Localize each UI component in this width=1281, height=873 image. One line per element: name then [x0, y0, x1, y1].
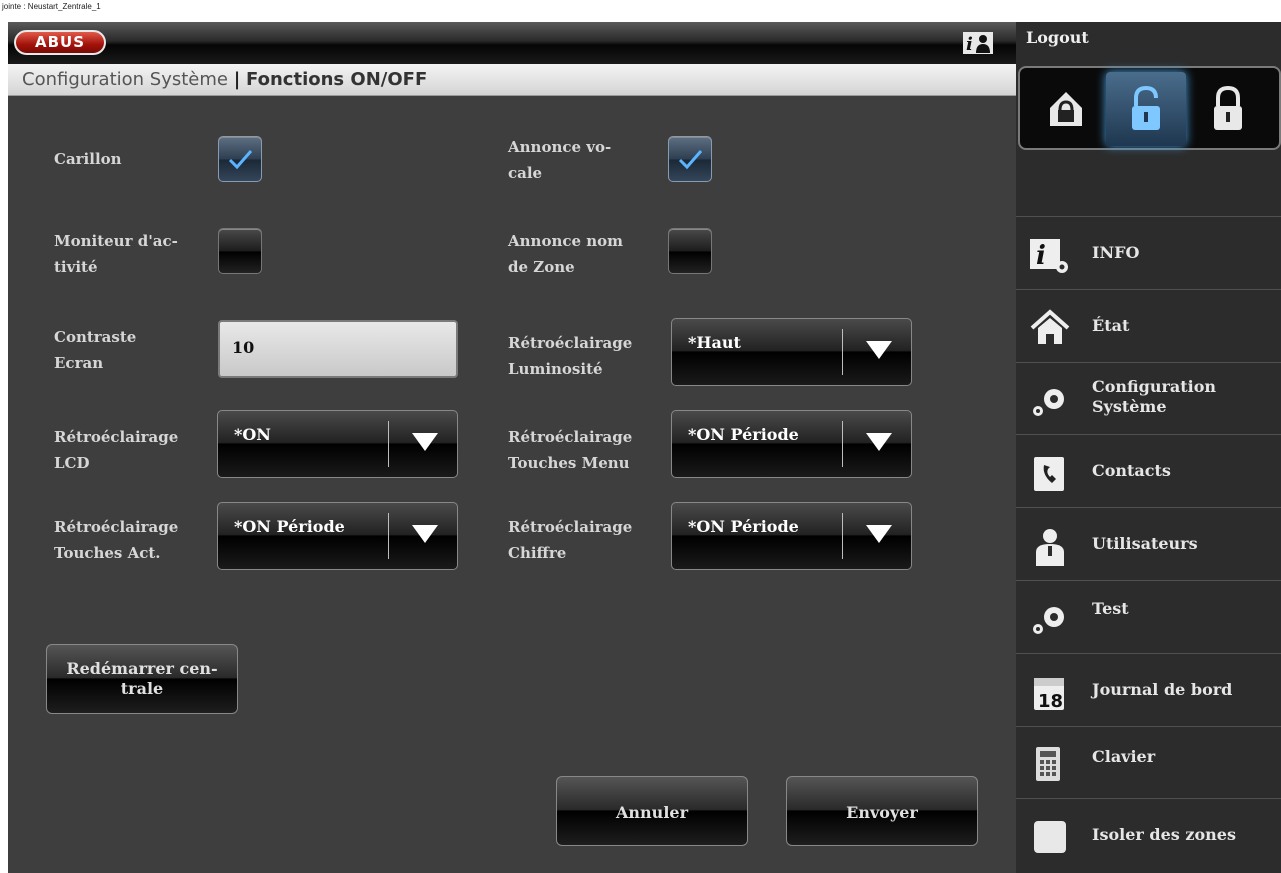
- svg-text:18: 18: [1038, 691, 1063, 712]
- retro-lcd-dropdown[interactable]: *ON: [217, 410, 458, 478]
- dropdown-divider: [842, 513, 843, 559]
- annonce-zone-label: Annonce nom de Zone: [508, 232, 624, 276]
- house-lock-icon: [1050, 92, 1082, 126]
- chevron-down-icon: [412, 525, 438, 543]
- carillon-label: Carillon: [54, 150, 122, 168]
- restart-centrale-button[interactable]: Redémarrer cen- trale: [46, 644, 238, 714]
- svg-text:i: i: [1036, 241, 1046, 271]
- lock-mode-locked[interactable]: [1188, 72, 1268, 146]
- retro-chiffre-dropdown[interactable]: *ON Période: [671, 502, 912, 570]
- breadcrumb-separator: |: [233, 69, 241, 90]
- sidebar-item-contacts[interactable]: Contacts: [1016, 434, 1281, 507]
- annonce-zone-checkbox[interactable]: [668, 228, 712, 274]
- sidebar-menu: i INFO État Configuration Système Contac…: [1016, 216, 1281, 871]
- lock-mode-selector: [1018, 66, 1281, 150]
- contraste-label: Contraste Ecran: [54, 328, 137, 372]
- svg-text:i: i: [966, 34, 973, 55]
- lock-mode-unlocked[interactable]: [1106, 72, 1186, 146]
- retro-luminosite-label: Rétroéclairage Luminosité: [508, 334, 633, 378]
- sidebar-item-isoler-zones[interactable]: Isoler des zones: [1016, 798, 1281, 871]
- sidebar: Logout i INFO État Configuration Système…: [1016, 22, 1281, 873]
- gears-icon: [1033, 388, 1064, 416]
- annonce-vocale-checkbox[interactable]: [668, 136, 712, 182]
- check-icon: [678, 150, 703, 170]
- retro-chiffre-label: Rétroéclairage Chiffre: [508, 518, 633, 562]
- sidebar-item-configuration-systeme[interactable]: Configuration Système: [1016, 361, 1281, 435]
- sidebar-item-test[interactable]: Test: [1016, 579, 1281, 653]
- lock-mode-home[interactable]: [1026, 72, 1106, 146]
- sidebar-item-etat[interactable]: État: [1016, 288, 1281, 362]
- phonebook-icon: [1034, 457, 1064, 492]
- chevron-down-icon: [866, 341, 892, 359]
- retro-lcd-label: Rétroéclairage LCD: [54, 428, 179, 472]
- keypad-icon: [1036, 746, 1060, 781]
- breadcrumb-current: Fonctions ON/OFF: [246, 69, 428, 90]
- unlocked-icon: [1132, 85, 1160, 130]
- gears-icon: [1033, 606, 1064, 634]
- dropdown-value: *ON Période: [688, 425, 799, 444]
- window-caption: jointe : Neustart_Zentrale_1: [2, 2, 101, 11]
- moniteur-label: Moniteur d'ac- tivité: [54, 232, 178, 276]
- home-icon: [1030, 309, 1070, 344]
- send-button[interactable]: Envoyer: [786, 776, 978, 846]
- moniteur-checkbox[interactable]: [218, 228, 262, 274]
- contraste-input[interactable]: 10: [218, 320, 458, 378]
- check-icon: [228, 150, 253, 170]
- retro-menu-dropdown[interactable]: *ON Période: [671, 410, 912, 478]
- breadcrumb: Configuration Système | Fonctions ON/OFF: [8, 64, 1016, 96]
- chevron-down-icon: [866, 433, 892, 451]
- user-icon: [1036, 529, 1064, 567]
- calendar-icon: 18: [1034, 677, 1064, 712]
- locked-icon: [1214, 85, 1242, 130]
- dropdown-value: *ON Période: [688, 517, 799, 536]
- dropdown-divider: [388, 421, 389, 467]
- retro-act-label: Rétroéclairage Touches Act.: [54, 518, 179, 562]
- info-gear-icon: i: [1030, 239, 1068, 273]
- sidebar-item-clavier[interactable]: Clavier: [1016, 725, 1281, 799]
- breadcrumb-parent[interactable]: Configuration Système: [22, 69, 228, 90]
- info-user-icon[interactable]: i: [963, 30, 993, 56]
- dropdown-value: *Haut: [688, 333, 741, 352]
- dropdown-divider: [388, 513, 389, 559]
- annonce-vocale-label: Annonce vo- cale: [508, 138, 612, 182]
- sidebar-item-info[interactable]: i INFO: [1016, 216, 1281, 289]
- retro-luminosite-dropdown[interactable]: *Haut: [671, 318, 912, 386]
- carillon-checkbox[interactable]: [218, 136, 262, 182]
- square-icon: [1034, 821, 1066, 854]
- cancel-button[interactable]: Annuler: [556, 776, 748, 846]
- dropdown-divider: [842, 329, 843, 375]
- main-panel: Carillon Annonce vo- cale Moniteur d'ac-…: [8, 96, 1016, 873]
- dropdown-divider: [842, 421, 843, 467]
- sidebar-item-utilisateurs[interactable]: Utilisateurs: [1016, 507, 1281, 580]
- retro-menu-label: Rétroéclairage Touches Menu: [508, 428, 633, 472]
- sidebar-item-journal[interactable]: 18 Journal de bord: [1016, 652, 1281, 726]
- header-bar: ABUS i: [8, 22, 1016, 64]
- chevron-down-icon: [412, 433, 438, 451]
- retro-act-dropdown[interactable]: *ON Période: [217, 502, 458, 570]
- abus-logo: ABUS: [14, 30, 106, 55]
- logout-link[interactable]: Logout: [1026, 28, 1089, 47]
- chevron-down-icon: [866, 525, 892, 543]
- dropdown-value: *ON Période: [234, 517, 345, 536]
- dropdown-value: *ON: [234, 425, 271, 444]
